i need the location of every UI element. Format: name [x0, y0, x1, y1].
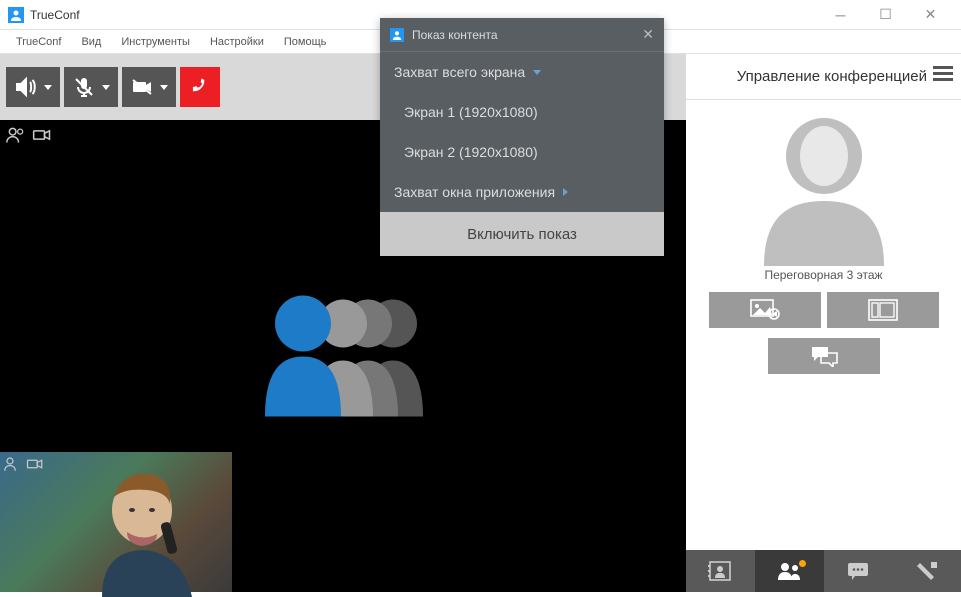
self-video[interactable]: [0, 452, 232, 592]
popup-title: Показ контента: [412, 28, 498, 42]
menu-help[interactable]: Помощь: [274, 36, 337, 48]
screen-option-1[interactable]: Экран 1 (1920x1080): [380, 92, 664, 132]
participant-name: Переговорная 3 этаж: [764, 268, 882, 282]
menu-trueconf[interactable]: TrueConf: [6, 36, 71, 48]
microphone-off-icon: [72, 75, 96, 99]
sidebar-title: Управление конференцией: [737, 68, 927, 85]
participant-panel: Переговорная 3 этаж: [686, 100, 961, 550]
tab-chat[interactable]: [824, 550, 893, 592]
chat-bubble-button[interactable]: [768, 338, 880, 374]
camera-mute-button[interactable]: [122, 67, 176, 107]
chevron-right-icon: [563, 188, 568, 196]
popup-titlebar: Показ контента ✕: [380, 18, 664, 52]
share-image-button[interactable]: [709, 292, 821, 328]
close-button[interactable]: ✕: [908, 0, 953, 30]
hamburger-icon[interactable]: [933, 66, 953, 87]
notification-dot-icon: [799, 560, 806, 567]
menu-tools[interactable]: Инструменты: [111, 36, 200, 48]
screen-option-2[interactable]: Экран 2 (1920x1080): [380, 132, 664, 172]
menu-settings[interactable]: Настройки: [200, 36, 274, 48]
app-logo-icon: [8, 7, 24, 23]
popup-close-button[interactable]: ✕: [642, 26, 654, 43]
capture-all-screens[interactable]: Захват всего экрана: [380, 52, 664, 92]
participant-icon: [6, 126, 26, 144]
tab-contacts[interactable]: [686, 550, 755, 592]
menu-view[interactable]: Вид: [71, 36, 111, 48]
group-placeholder-icon: [253, 289, 433, 424]
participant-icon: [4, 456, 22, 472]
minimize-button[interactable]: ─: [818, 0, 863, 30]
chevron-down-icon: [533, 70, 541, 75]
content-share-popup: Показ контента ✕ Захват всего экрана Экр…: [380, 18, 664, 256]
maximize-button[interactable]: ☐: [863, 0, 908, 30]
camera-icon: [26, 456, 44, 472]
sidebar: Управление конференцией Переговорная 3 э…: [686, 54, 961, 592]
microphone-mute-button[interactable]: [64, 67, 118, 107]
camera-icon: [32, 126, 52, 144]
tab-tools[interactable]: [892, 550, 961, 592]
avatar-placeholder-icon: [759, 106, 889, 266]
self-portrait: [72, 462, 212, 597]
bottom-tabs: [686, 550, 961, 592]
start-share-button[interactable]: Включить показ: [380, 212, 664, 256]
speaker-icon: [14, 75, 38, 99]
tab-participants[interactable]: [755, 550, 824, 592]
hangup-button[interactable]: [180, 67, 220, 107]
capture-app-window[interactable]: Захват окна приложения: [380, 172, 664, 212]
camera-off-icon: [130, 75, 154, 99]
sidebar-header: Управление конференцией: [686, 54, 961, 100]
layout-button[interactable]: [827, 292, 939, 328]
speaker-button[interactable]: [6, 67, 60, 107]
app-logo-icon: [390, 28, 404, 42]
hangup-icon: [188, 75, 212, 99]
